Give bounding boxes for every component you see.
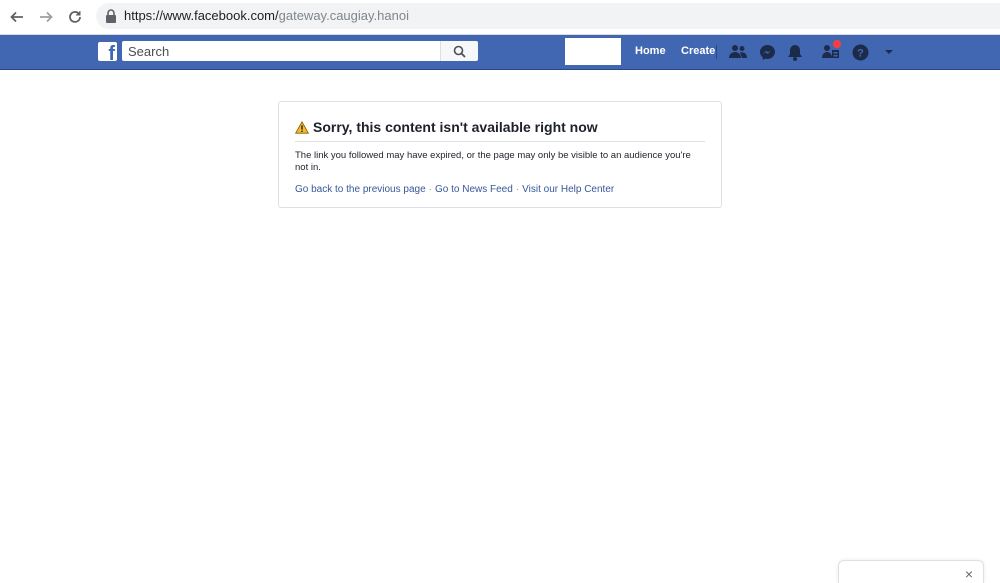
- news-feed-link[interactable]: Go to News Feed: [435, 184, 513, 195]
- messenger-icon[interactable]: [758, 43, 776, 61]
- reload-icon[interactable]: [64, 6, 86, 28]
- friend-requests-icon[interactable]: [729, 43, 747, 61]
- back-arrow-icon[interactable]: [6, 6, 28, 28]
- link-separator: ·: [428, 184, 432, 195]
- lock-icon: [106, 9, 116, 23]
- home-link[interactable]: Home: [635, 45, 666, 57]
- address-bar[interactable]: https://www.facebook.com/gateway.caugiay…: [96, 3, 1000, 29]
- forward-arrow-icon[interactable]: [35, 6, 57, 28]
- close-icon[interactable]: ×: [965, 567, 973, 581]
- error-message: The link you followed may have expired, …: [295, 150, 691, 173]
- search-button[interactable]: [440, 41, 478, 61]
- create-link[interactable]: Create: [681, 45, 715, 57]
- help-links: Go back to the previous page · Go to News …: [295, 184, 614, 195]
- account-menu-caret-icon[interactable]: [880, 43, 898, 61]
- help-center-link[interactable]: Visit our Help Center: [522, 184, 614, 195]
- url-path: gateway.caugiay.hanoi: [278, 8, 409, 23]
- facebook-logo[interactable]: f: [98, 42, 117, 61]
- search-icon: [453, 45, 466, 58]
- notification-badge: [833, 40, 841, 48]
- chat-dock-tab[interactable]: ×: [838, 560, 984, 583]
- error-title: Sorry, this content isn't available righ…: [313, 119, 598, 135]
- content-unavailable-card: Sorry, this content isn't available righ…: [278, 101, 722, 208]
- previous-page-link[interactable]: Go back to the previous page: [295, 184, 426, 195]
- help-icon[interactable]: ?: [851, 43, 869, 61]
- browser-toolbar: https://www.facebook.com/gateway.caugiay…: [0, 0, 1000, 35]
- url-text: https://www.facebook.com/gateway.caugiay…: [124, 8, 409, 23]
- facebook-header: f Home Create ?: [0, 35, 1000, 70]
- search-input[interactable]: [122, 41, 434, 61]
- nav-divider: [716, 45, 717, 59]
- link-separator: ·: [515, 184, 520, 195]
- notifications-bell-icon[interactable]: [786, 43, 804, 61]
- url-host: https://www.facebook.com/: [124, 8, 279, 23]
- search-box: [122, 41, 440, 61]
- warning-icon: [295, 120, 309, 134]
- svg-text:?: ?: [857, 47, 864, 59]
- profile-link[interactable]: [565, 38, 621, 65]
- divider: [295, 141, 705, 142]
- error-heading: Sorry, this content isn't available righ…: [295, 119, 598, 135]
